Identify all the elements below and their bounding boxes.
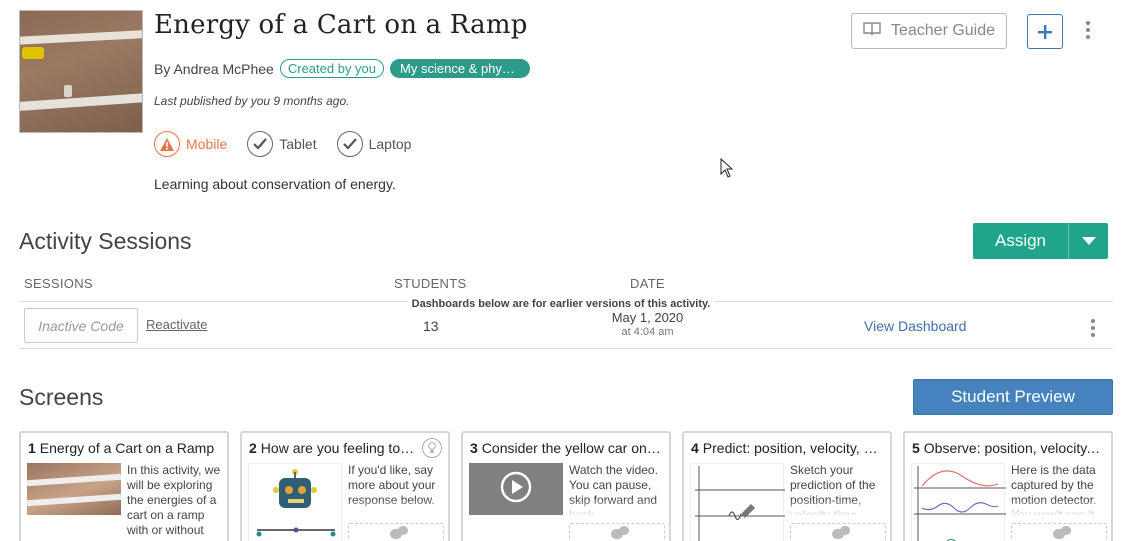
- device-mobile: Mobile: [154, 131, 227, 157]
- add-button[interactable]: [1027, 14, 1063, 49]
- activity-sessions-title: Activity Sessions: [19, 228, 192, 254]
- screen-card-2[interactable]: 2 How are you feeling today? If you'd lik…: [240, 431, 450, 541]
- book-icon: [863, 21, 881, 41]
- device-laptop: Laptop: [336, 131, 412, 157]
- speech-bubble-icon: [1053, 526, 1071, 539]
- play-icon: [500, 471, 532, 508]
- created-by-you-badge: Created by you: [279, 59, 385, 78]
- screen-card-title: 5Observe: position, velocity, and energy: [912, 440, 1103, 456]
- session-date: May 1, 2020: [611, 310, 684, 325]
- screen-card-title: 2 How are you feeling today?: [249, 440, 418, 456]
- view-dashboard-link[interactable]: View Dashboard: [864, 318, 966, 334]
- response-box: [348, 523, 444, 541]
- screens-title: Screens: [19, 384, 104, 410]
- screen-thumbnail: [26, 463, 122, 515]
- device-label: Laptop: [368, 136, 412, 152]
- divider: [19, 348, 1113, 349]
- students-count: 13: [423, 318, 439, 334]
- reactivate-link[interactable]: Reactivate: [146, 317, 207, 332]
- screen-card-text: In this activity, we will be exploring t…: [127, 463, 221, 537]
- chevron-down-icon[interactable]: [1068, 223, 1108, 259]
- screen-card-title: 4Predict: position, velocity, and energy: [691, 440, 882, 456]
- activity-title: Energy of a Cart on a Ramp: [154, 10, 528, 40]
- speech-bubble-icon: [611, 526, 629, 539]
- published-text: Last published by you 9 months ago.: [154, 94, 350, 108]
- teacher-guide-label: Teacher Guide: [890, 22, 996, 39]
- mouse-cursor-icon: [720, 157, 734, 183]
- robot-image: [248, 463, 342, 541]
- response-box: [1011, 523, 1107, 541]
- more-options-icon[interactable]: [1085, 21, 1091, 39]
- teacher-guide-button[interactable]: Teacher Guide: [851, 13, 1007, 49]
- byline: By Andrea McPhee Created by you My scien…: [154, 59, 531, 78]
- column-date: DATE: [630, 276, 665, 291]
- sketch-graph-image: [690, 463, 785, 541]
- assign-button-group[interactable]: Assign: [973, 223, 1108, 259]
- plus-icon: [1038, 18, 1052, 46]
- data-graph-image: [911, 463, 1006, 541]
- speech-bubble-icon: [390, 526, 408, 539]
- column-sessions: SESSIONS: [24, 276, 93, 291]
- screen-card-4[interactable]: 4Predict: position, velocity, and energy…: [682, 431, 892, 541]
- video-thumbnail: [469, 463, 563, 515]
- screen-card-5[interactable]: 5Observe: position, velocity, and energy…: [903, 431, 1113, 541]
- speech-bubble-icon: [832, 526, 850, 539]
- collection-badge[interactable]: My science & physics: [390, 59, 531, 78]
- device-compatibility: Mobile Tablet Laptop: [154, 131, 411, 157]
- response-box: [790, 523, 886, 541]
- device-label: Mobile: [186, 136, 228, 152]
- device-tablet: Tablet: [247, 131, 317, 157]
- session-time: at 4:04 am: [621, 326, 674, 338]
- column-students: STUDENTS: [394, 276, 467, 291]
- row-more-options-icon[interactable]: [1090, 319, 1096, 337]
- session-code-field: Inactive Code: [24, 308, 138, 343]
- warning-icon: [154, 131, 180, 157]
- screen-card-title: 1 Energy of a Cart on a Ramp: [28, 440, 215, 456]
- response-box: [569, 523, 665, 541]
- screen-card-3[interactable]: 3Consider the yellow car on the ramp Wat…: [461, 431, 671, 541]
- device-label: Tablet: [279, 136, 317, 152]
- student-preview-button[interactable]: Student Preview: [913, 379, 1113, 415]
- screen-card-title: 3Consider the yellow car on the ramp: [470, 440, 661, 456]
- lightbulb-icon: [422, 438, 442, 458]
- assign-button[interactable]: Assign: [973, 223, 1068, 259]
- checkmark-icon: [247, 131, 274, 157]
- activity-description: Learning about conservation of energy.: [154, 176, 396, 192]
- author-text: By Andrea McPhee: [154, 60, 274, 77]
- screen-card-1[interactable]: 1 Energy of a Cart on a Ramp In this acti…: [19, 431, 229, 541]
- checkmark-icon: [336, 131, 363, 157]
- activity-thumbnail: [19, 10, 143, 133]
